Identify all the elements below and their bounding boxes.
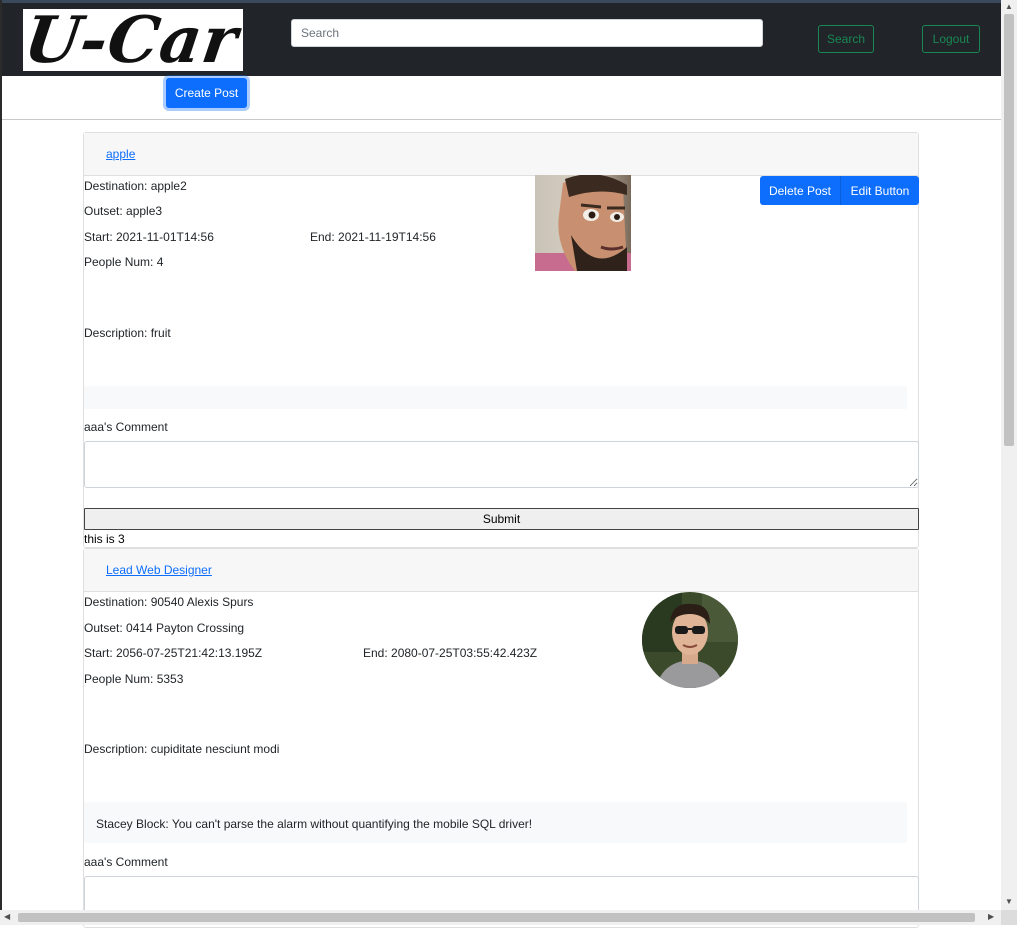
horizontal-scrollbar[interactable]: ◀ ▶ [0,910,1001,925]
post-description: Description: fruit [84,326,171,340]
navbar: U-Car Search Logout [2,3,1001,76]
search-input[interactable] [291,19,763,47]
comment-text: Stacey Block: You can't parse the alarm … [96,817,533,831]
horizontal-scroll-thumb[interactable] [18,913,975,922]
post-start: Start: 2021-11-01T14:56 [84,230,214,244]
submit-comment-button[interactable]: Submit [84,508,919,530]
create-post-button[interactable]: Create Post [166,78,247,108]
post-destination: Destination: 90540 Alexis Spurs [84,595,254,609]
post-destination: Destination: apple2 [84,179,187,193]
edit-post-button[interactable]: Edit Button [840,176,919,205]
window-left-edge [0,0,2,925]
logout-button[interactable]: Logout [922,25,980,53]
comment-box: Stacey Block: You can't parse the alarm … [84,802,907,843]
post-description: Description: cupiditate nesciunt modi [84,742,280,756]
comment-textarea[interactable] [84,441,919,488]
logo-text: U-Car [23,9,243,71]
post-card: Lead Web Designer Destination: 90540 Ale… [83,548,919,928]
post-footer-text: this is 3 [84,532,125,546]
scroll-up-icon[interactable]: ▲ [1005,3,1013,11]
bearded-man-photo [535,175,631,271]
man-with-sunglasses-avatar [642,592,738,688]
logo[interactable]: U-Car [23,9,243,71]
post-card: apple Destination: apple2 Outset: apple3… [83,132,919,548]
post-title-link[interactable]: apple [106,147,135,161]
vertical-scroll-thumb[interactable] [1004,14,1014,446]
post-outset: Outset: apple3 [84,204,163,218]
scroll-left-icon[interactable]: ◀ [4,913,10,921]
post-start: Start: 2056-07-25T21:42:13.195Z [84,646,263,660]
post-end: End: 2021-11-19T14:56 [310,230,436,244]
scroll-down-icon[interactable]: ▼ [1005,898,1013,906]
post-card-header: Lead Web Designer [84,549,918,592]
divider [2,119,1001,120]
post-title-link[interactable]: Lead Web Designer [106,563,212,577]
search-button[interactable]: Search [818,25,874,53]
post-end: End: 2080-07-25T03:55:42.423Z [363,646,538,660]
post-outset: Outset: 0414 Payton Crossing [84,621,245,635]
comment-label: aaa's Comment [84,855,168,869]
scrollbar-corner [1001,910,1017,925]
post-people-num: People Num: 4 [84,255,164,269]
vertical-scrollbar[interactable]: ▲ ▼ [1001,0,1017,910]
scroll-right-icon[interactable]: ▶ [988,913,994,921]
comment-label: aaa's Comment [84,420,168,434]
post-people-num: People Num: 5353 [84,672,184,686]
comment-box [84,386,907,409]
delete-post-button[interactable]: Delete Post [760,176,840,205]
post-card-header: apple [84,133,918,176]
